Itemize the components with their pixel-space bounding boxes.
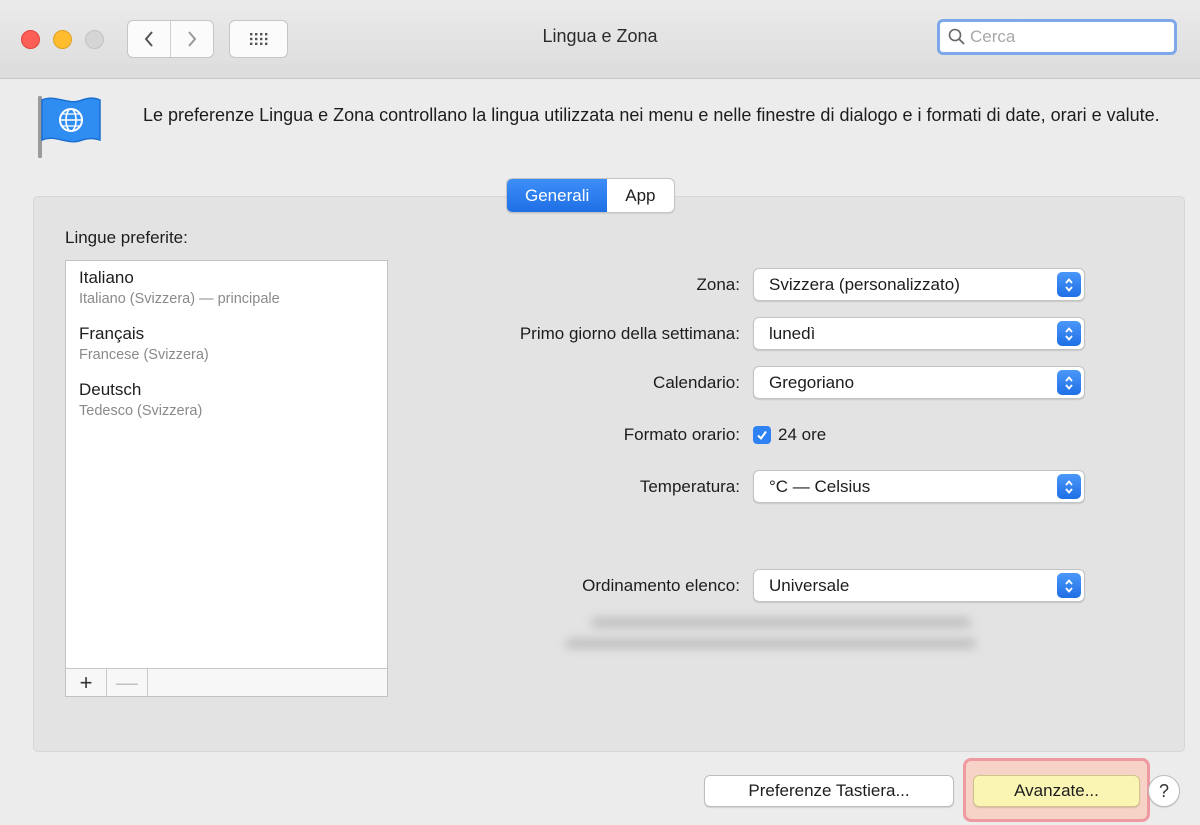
language-name: Italiano — [79, 268, 134, 287]
temperature-value: °C — Celsius — [769, 477, 871, 496]
calendar-row: Calendario: Gregoriano — [390, 366, 1090, 399]
tab-app[interactable]: App — [607, 179, 673, 212]
list-sort-row: Ordinamento elenco: Universale — [390, 569, 1090, 602]
region-row: Zona: Svizzera (personalizzato) — [390, 268, 1090, 301]
add-language-button[interactable]: + — [66, 669, 107, 696]
remove-language-button[interactable]: — — [107, 669, 148, 696]
language-detail: Tedesco (Svizzera) — [79, 403, 203, 419]
list-sort-value: Universale — [769, 576, 850, 595]
search-field[interactable] — [937, 19, 1177, 55]
24-hour-checkbox[interactable] — [753, 426, 771, 444]
language-detail: Italiano (Svizzera) — principale — [79, 291, 280, 307]
language-name: Français — [79, 324, 145, 343]
language-detail: Francese (Svizzera) — [79, 347, 209, 363]
list-item-deutsch[interactable]: Deutsch Tedesco (Svizzera) — [66, 373, 387, 429]
time-format-checkbox-row: 24 ore — [753, 422, 826, 448]
region-label: Zona: — [696, 275, 740, 294]
region-popup[interactable]: Svizzera (personalizzato) — [753, 268, 1085, 301]
temperature-popup[interactable]: °C — Celsius — [753, 470, 1085, 503]
format-preview-blurred — [566, 618, 976, 660]
24-hour-label: 24 ore — [778, 425, 827, 444]
region-value: Svizzera (personalizzato) — [769, 275, 960, 294]
calendar-label: Calendario: — [653, 373, 740, 392]
keyboard-preferences-button[interactable]: Preferenze Tastiera... — [704, 775, 954, 807]
preferred-languages-title: Lingue preferite: — [65, 228, 188, 247]
tab-generali[interactable]: Generali — [507, 179, 608, 212]
updown-arrows-icon — [1057, 573, 1081, 598]
temperature-label: Temperatura: — [639, 477, 740, 496]
first-day-label: Primo giorno della settimana: — [519, 324, 740, 343]
tab-bar: Generali App — [506, 178, 675, 213]
preferred-languages-list: Italiano Italiano (Svizzera) — principal… — [65, 260, 388, 697]
description-text: Le preferenze Lingua e Zona controllano … — [143, 105, 1160, 125]
updown-arrows-icon — [1057, 272, 1081, 297]
list-item-francais[interactable]: Français Francese (Svizzera) — [66, 317, 387, 373]
search-input[interactable] — [970, 27, 1160, 47]
first-day-value: lunedì — [769, 324, 816, 343]
globe-flag-icon — [36, 94, 104, 165]
list-sort-popup[interactable]: Universale — [753, 569, 1085, 602]
help-button[interactable]: ? — [1148, 775, 1180, 807]
calendar-popup[interactable]: Gregoriano — [753, 366, 1085, 399]
time-format-row: Formato orario: — [390, 418, 1090, 451]
calendar-value: Gregoriano — [769, 373, 855, 392]
title-bar: Lingua e Zona — [0, 0, 1200, 79]
list-toolbar: + — — [66, 668, 387, 696]
updown-arrows-icon — [1057, 474, 1081, 499]
time-format-label: Formato orario: — [623, 425, 740, 444]
first-day-row: Primo giorno della settimana: lunedì — [390, 317, 1090, 350]
updown-arrows-icon — [1057, 370, 1081, 395]
checkmark-icon — [757, 430, 767, 441]
first-day-popup[interactable]: lunedì — [753, 317, 1085, 350]
list-sort-label: Ordinamento elenco: — [582, 576, 740, 595]
list-item-italiano[interactable]: Italiano Italiano (Svizzera) — principal… — [66, 261, 387, 317]
search-icon — [948, 28, 966, 46]
temperature-row: Temperatura: °C — Celsius — [390, 470, 1090, 503]
language-name: Deutsch — [79, 380, 142, 399]
advanced-button[interactable]: Avanzate... — [973, 775, 1140, 807]
updown-arrows-icon — [1057, 321, 1081, 346]
